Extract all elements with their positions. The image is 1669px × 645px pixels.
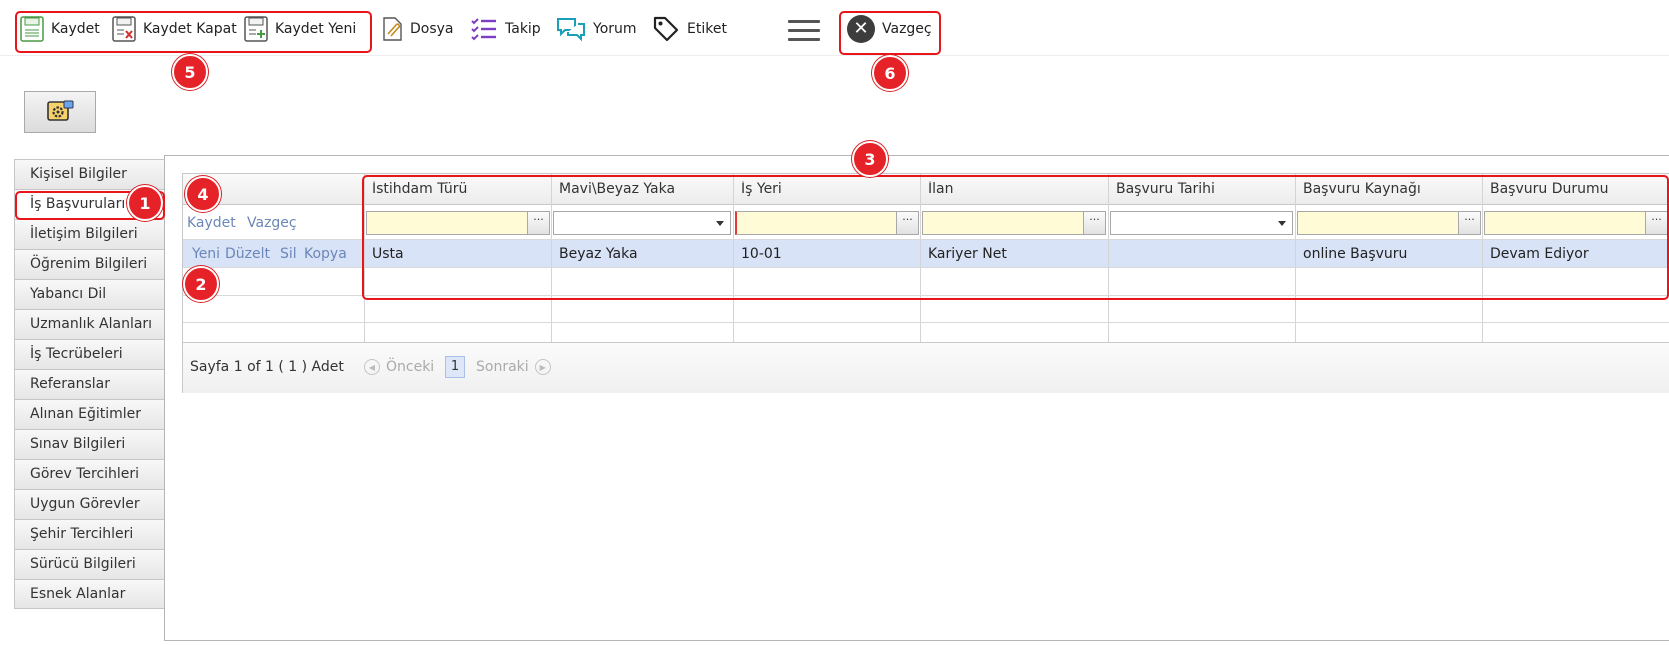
sidebar: Kişisel Bilgiler İş Başvuruları İletişim… — [14, 159, 165, 609]
ellipsis-button[interactable]: ··· — [1458, 212, 1480, 234]
table-cell: Beyaz Yaka — [559, 246, 638, 262]
row-copy-link[interactable]: Kopya — [304, 246, 347, 262]
tag-button[interactable]: Etiket — [652, 14, 727, 44]
applications-grid: İstihdam Türü Mavi\Beyaz Yaka İş Yeri İl… — [182, 173, 1669, 393]
save-label: Kaydet — [51, 21, 100, 37]
row-delete-link[interactable]: Sil — [280, 246, 297, 262]
sidebar-item-exams[interactable]: Sınav Bilgileri — [14, 429, 165, 459]
ellipsis-button[interactable]: ··· — [896, 212, 918, 234]
sidebar-item-personal-info[interactable]: Kişisel Bilgiler — [14, 159, 165, 189]
pager-prev-label: Önceki — [386, 359, 435, 375]
column-header-posting[interactable]: İlan — [928, 181, 953, 197]
employment-type-input[interactable]: ··· — [366, 211, 550, 235]
ellipsis-button[interactable]: ··· — [1645, 212, 1667, 234]
collar-type-select[interactable] — [553, 211, 731, 235]
annotation-badge-6: 6 — [872, 55, 908, 91]
sidebar-item-references[interactable]: Referanslar — [14, 369, 165, 399]
column-header-collar-type[interactable]: Mavi\Beyaz Yaka — [559, 181, 675, 197]
save-close-label: Kaydet Kapat — [143, 21, 237, 37]
ellipsis-button[interactable]: ··· — [1083, 212, 1105, 234]
gear-window-icon — [47, 100, 74, 121]
sidebar-item-education[interactable]: Öğrenim Bilgileri — [14, 249, 165, 279]
pager-prev-button[interactable]: ◀ Önceki — [364, 359, 434, 375]
save-icon — [20, 16, 44, 42]
table-cell: Devam Ediyor — [1490, 246, 1589, 262]
cancel-label: Vazgeç — [882, 21, 932, 37]
sidebar-item-city-preferences[interactable]: Şehir Tercihleri — [14, 519, 165, 549]
tag-label: Etiket — [687, 21, 727, 37]
sidebar-item-role-preferences[interactable]: Görev Tercihleri — [14, 459, 165, 489]
arrow-right-icon: ▶ — [534, 359, 551, 375]
sidebar-item-suitable-roles[interactable]: Uygun Görevler — [14, 489, 165, 519]
sidebar-item-driver-info[interactable]: Sürücü Bilgileri — [14, 549, 165, 579]
column-header-workplace[interactable]: İş Yeri — [741, 181, 782, 197]
column-header-application-status[interactable]: Başvuru Durumu — [1490, 181, 1609, 197]
workplace-input[interactable]: ··· — [735, 211, 919, 235]
follow-label: Takip — [505, 21, 541, 37]
application-date-select[interactable] — [1110, 211, 1293, 235]
checklist-icon — [471, 18, 496, 41]
ellipsis-button[interactable]: ··· — [527, 212, 549, 234]
table-cell: Usta — [372, 246, 404, 262]
file-label: Dosya — [410, 21, 454, 37]
pager-page-number[interactable]: 1 — [445, 356, 465, 378]
toolbar: Kaydet Kaydet Kapat Kaydet Yeni Dosya Ta… — [0, 0, 1669, 56]
save-close-icon — [112, 16, 136, 42]
arrow-left-icon: ◀ — [364, 359, 380, 375]
settings-button[interactable] — [24, 91, 96, 133]
sidebar-item-work-experience[interactable]: İş Tecrübeleri — [14, 339, 165, 369]
application-source-input[interactable]: ··· — [1297, 211, 1481, 235]
follow-button[interactable]: Takip — [470, 14, 541, 44]
sidebar-item-job-applications[interactable]: İş Başvuruları — [14, 189, 165, 219]
chevron-down-icon — [716, 221, 724, 226]
comment-button[interactable]: Yorum — [556, 14, 637, 44]
close-icon: ✕ — [847, 15, 875, 43]
pager-next-label: Sonraki — [476, 359, 529, 375]
sidebar-item-expertise[interactable]: Uzmanlık Alanları — [14, 309, 165, 339]
pager-next-button[interactable]: Sonraki ▶ — [476, 359, 551, 375]
pager: Sayfa 1 of 1 ( 1 ) Adet ◀ Önceki 1 Sonra… — [183, 342, 1669, 393]
sidebar-item-trainings[interactable]: Alınan Eğitimler — [14, 399, 165, 429]
save-close-button[interactable]: Kaydet Kapat — [112, 14, 237, 44]
save-new-icon — [244, 16, 268, 42]
save-button[interactable]: Kaydet — [20, 14, 100, 44]
pager-info: Sayfa 1 of 1 ( 1 ) Adet — [190, 359, 344, 375]
sidebar-item-contact-info[interactable]: İletişim Bilgileri — [14, 219, 165, 249]
save-new-button[interactable]: Kaydet Yeni — [244, 14, 356, 44]
grid-save-link[interactable]: Kaydet — [187, 215, 236, 231]
selected-row-highlight — [183, 240, 1669, 267]
tag-icon — [653, 16, 679, 42]
table-cell: online Başvuru — [1303, 246, 1408, 262]
row-new-link[interactable]: Yeni — [192, 246, 220, 262]
table-cell: 10-01 — [741, 246, 782, 262]
sidebar-item-foreign-language[interactable]: Yabancı Dil — [14, 279, 165, 309]
hamburger-menu-icon[interactable] — [788, 18, 820, 42]
chevron-down-icon — [1278, 221, 1286, 226]
grid-cancel-link[interactable]: Vazgeç — [247, 215, 297, 231]
file-button[interactable]: Dosya — [381, 14, 454, 44]
save-new-label: Kaydet Yeni — [275, 21, 357, 37]
column-header-application-date[interactable]: Başvuru Tarihi — [1116, 181, 1215, 197]
table-cell: Kariyer Net — [928, 246, 1007, 262]
comment-label: Yorum — [593, 21, 637, 37]
posting-input[interactable]: ··· — [922, 211, 1106, 235]
comment-icon — [557, 18, 585, 42]
column-header-employment-type[interactable]: İstihdam Türü — [372, 181, 467, 197]
annotation-badge-5: 5 — [172, 54, 208, 90]
application-status-input[interactable]: ··· — [1484, 211, 1668, 235]
sidebar-item-flexible-fields[interactable]: Esnek Alanlar — [14, 579, 165, 609]
file-attachment-icon — [383, 17, 402, 41]
cancel-button[interactable]: ✕ Vazgeç — [847, 14, 932, 44]
row-edit-link[interactable]: Düzelt — [225, 246, 270, 262]
column-header-application-source[interactable]: Başvuru Kaynağı — [1303, 181, 1421, 197]
